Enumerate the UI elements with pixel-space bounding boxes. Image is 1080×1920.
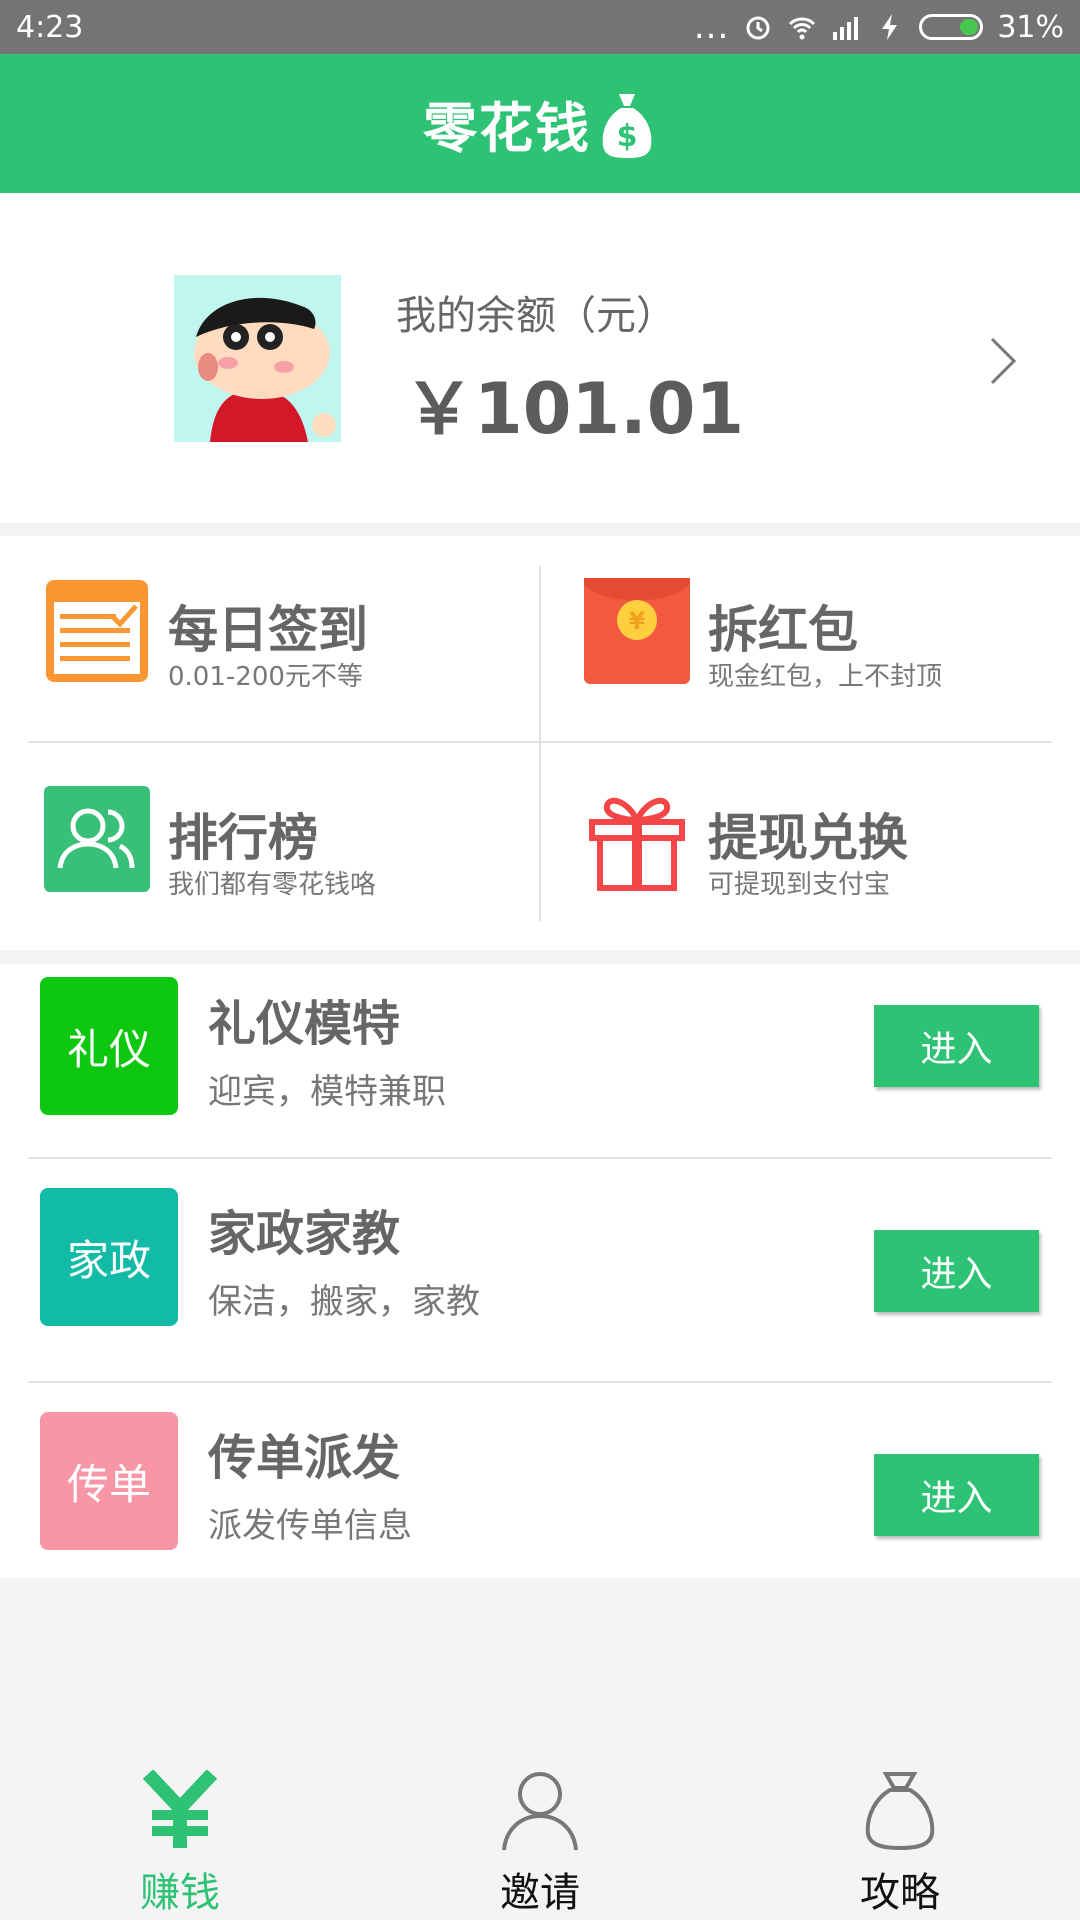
status-time: 4:23 [16,9,84,45]
wifi-icon [789,17,816,40]
svg-text:¥: ¥ [629,607,646,635]
job-title: 家政家教 [208,1206,401,1262]
feature-leaderboard[interactable]: 排行榜 我们都有零花钱咯 [28,764,538,944]
battery-percent: 31% [997,9,1064,45]
job-title: 礼仪模特 [208,996,401,1052]
feature-subtitle: 我们都有零花钱咯 [168,870,377,900]
feature-subtitle: 0.01-200元不等 [168,662,363,692]
list-item[interactable]: 家政 家政家教 保洁，搬家，家教 进入 [0,1188,1080,1412]
cartoon-avatar-icon [174,275,341,442]
job-subtitle: 迎宾，模特兼职 [208,1072,446,1112]
more-dots-icon: ... [693,7,730,47]
enter-button[interactable]: 进入 [874,1230,1039,1312]
app-title: 零花钱 [423,97,591,160]
enter-button[interactable]: 进入 [874,1005,1039,1087]
feature-red-envelope[interactable]: ¥ 拆红包 现金红包，上不封顶 [568,556,1078,736]
status-bar: 4:23 ... 31% [0,0,1080,54]
list-item[interactable]: 礼仪 礼仪模特 迎宾，模特兼职 进入 [0,964,1080,1188]
job-badge: 传单 [40,1412,178,1550]
balance-amount: ￥101.01 [404,368,745,450]
feature-title: 提现兑换 [708,809,908,867]
job-title: 传单派发 [208,1430,401,1486]
feature-subtitle: 现金红包，上不封顶 [708,662,943,692]
job-badge: 家政 [40,1188,178,1326]
charging-icon [882,14,898,40]
balance-label: 我的余额（元） [396,293,676,339]
red-envelope-icon: ¥ [584,578,690,684]
chevron-right-icon[interactable] [984,331,1024,391]
gift-icon [589,797,685,891]
feature-subtitle: 可提现到支付宝 [708,870,891,900]
tab-earn[interactable]: 赚钱 [0,1750,360,1920]
enter-button[interactable]: 进入 [874,1454,1039,1536]
bottom-tab-bar: 赚钱 邀请 攻略 [0,1750,1080,1920]
list-item[interactable]: 传单 传单派发 派发传单信息 进入 [0,1412,1080,1636]
signal-icon [833,17,859,40]
tab-label: 攻略 [860,1870,940,1916]
feature-title: 排行榜 [168,809,318,867]
grid-divider-horizontal [28,741,1052,743]
balance-card[interactable]: 我的余额（元） ￥101.01 [0,193,1080,523]
job-list: 礼仪 礼仪模特 迎宾，模特兼职 进入 家政 家政家教 保洁，搬家，家教 进入 传… [0,964,1080,1578]
feature-title: 每日签到 [168,601,368,659]
app-bar: 零花钱 $ [0,54,1080,193]
list-divider [28,1381,1052,1383]
tab-label: 赚钱 [140,1870,220,1916]
person-icon [502,1772,578,1850]
feature-grid: 每日签到 0.01-200元不等 ¥ 拆红包 现金红包，上不封顶 排行榜 我们都… [0,536,1080,950]
money-bag-icon [865,1772,935,1850]
feature-title: 拆红包 [708,601,858,659]
calendar-check-icon [46,580,148,682]
feature-withdraw[interactable]: 提现兑换 可提现到支付宝 [568,764,1078,944]
grid-divider-vertical [539,566,541,921]
tab-guide[interactable]: 攻略 [720,1750,1080,1920]
tab-invite[interactable]: 邀请 [360,1750,720,1920]
list-divider [28,1157,1052,1159]
job-subtitle: 保洁，搬家，家教 [208,1282,480,1322]
avatar[interactable] [174,275,341,442]
battery-icon [919,14,984,40]
alarm-icon [746,16,770,40]
money-bag-icon: $ [602,93,652,158]
svg-text:$: $ [617,119,638,154]
feature-daily-checkin[interactable]: 每日签到 0.01-200元不等 [28,556,538,736]
job-subtitle: 派发传单信息 [208,1506,412,1546]
users-icon [44,786,150,892]
tab-label: 邀请 [500,1870,580,1916]
yuan-icon [142,1770,218,1848]
job-badge: 礼仪 [40,977,178,1115]
